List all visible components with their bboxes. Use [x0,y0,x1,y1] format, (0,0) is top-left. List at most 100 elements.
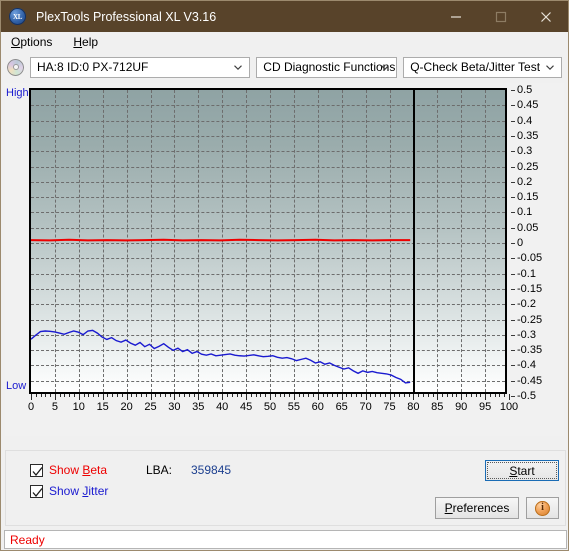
x-axis-tick-minor [40,394,42,397]
preferences-button[interactable]: Preferences [435,497,519,519]
x-axis-tick-label: 0 [27,401,35,413]
controls-panel: Show Beta Show Jitter LBA: 359845 Start … [5,450,566,526]
y-axis-tick-label: -0.05 [517,252,543,265]
x-axis-tick-major [437,394,439,400]
minimize-icon[interactable] [433,1,478,32]
x-axis-tick-minor [475,394,477,397]
x-axis-tick-label: 20 [120,401,133,413]
x-axis-tick-minor [35,394,37,397]
menu-item-help[interactable]: Help [70,34,107,50]
drive-select-value: HA:8 ID:0 PX-712UF [37,60,149,74]
x-axis-tick-minor [207,394,209,397]
x-axis-tick-minor [379,394,381,397]
status-text: Ready [10,532,45,547]
show-beta-row[interactable]: Show Beta [30,463,107,477]
x-axis-tick-minor [346,394,348,397]
x-axis-tick-minor [327,394,329,397]
x-axis-tick-major [54,394,56,400]
y-axis-tick-mark [511,181,515,183]
x-axis-tick-minor [499,394,501,397]
info-button[interactable]: i [526,497,559,519]
y-axis-tick-mark [511,90,515,91]
cd-disc-icon [7,58,24,76]
x-axis-tick-major [270,394,271,400]
x-axis-tick-minor [255,394,257,397]
x-axis-tick-minor [260,394,262,397]
x-axis-tick-minor [241,394,243,397]
y-axis-tick-label: -0.35 [517,344,543,357]
y-axis-tick-label: 0.25 [517,160,539,173]
x-axis-tick-major [31,394,32,400]
x-axis-tick-minor [93,394,95,397]
x-axis-tick-label: 95 [478,401,492,413]
drive-select[interactable]: HA:8 ID:0 PX-712UF [30,56,251,78]
x-axis-tick-major [198,394,200,400]
x-axis-tick-minor [64,394,66,397]
show-beta-checkbox[interactable] [30,463,43,477]
x-axis-tick-label: 35 [192,401,205,413]
y-axis-tick-label: 0.45 [517,99,539,112]
x-axis-tick-minor [188,394,190,397]
window-title: PlexTools Professional XL V3.16 [36,9,217,24]
x-axis-tick-minor [427,394,429,397]
x-axis-tick-major [246,394,248,400]
maximize-icon[interactable] [478,1,523,32]
x-axis-tick-label: 30 [168,401,181,413]
x-axis-tick-minor [97,394,99,397]
y-axis-tick-label: 0 [517,237,524,249]
x-axis-tick-minor [217,394,219,397]
x-axis-tick-minor [298,394,300,397]
x-axis-tick-minor [193,394,195,397]
show-jitter-label: Show Jitter [49,484,109,498]
x-axis-tick-minor [131,394,133,397]
y-axis-tick-mark [511,288,515,290]
x-axis-tick-minor [384,394,386,397]
x-axis-tick-minor [456,394,458,397]
close-icon[interactable] [523,1,568,32]
x-axis-tick-minor [231,394,233,397]
x-axis-tick-label: 80 [407,401,420,413]
x-axis-tick-label: 45 [239,401,253,413]
x-axis-tick-minor [107,394,109,397]
x-axis-tick-minor [121,394,123,397]
lba-label: LBA: [146,463,173,477]
x-axis-tick-minor [284,394,286,397]
x-axis-tick-minor [74,394,76,397]
x-axis-tick-minor [112,394,114,397]
start-button-label: Start [509,463,535,478]
x-axis-tick-label: 70 [359,401,372,413]
x-axis-tick-minor [504,394,506,397]
show-jitter-row[interactable]: Show Jitter [30,484,108,498]
x-axis-tick-major [317,394,319,400]
x-axis-tick-minor [470,394,472,397]
menu-item-options[interactable]: Options [8,34,61,50]
y-axis-tick-label: -0.2 [517,298,536,311]
x-axis-tick-minor [351,394,353,397]
x-axis-tick-minor [212,394,214,397]
y-axis-tick-mark [511,212,515,214]
series-show-beta [31,240,410,241]
y-axis-tick-mark [511,243,515,244]
y-axis-tick-mark [511,166,515,168]
y-axis-tick-mark [511,105,515,107]
show-jitter-checkbox[interactable] [30,484,43,498]
y-axis-tick-mark [511,120,515,122]
y-axis-tick-mark [511,396,515,397]
y-axis-tick-label: -0.1 [517,267,536,280]
start-button[interactable]: Start [485,460,559,481]
x-axis-tick-minor [183,394,185,397]
x-axis-tick-minor [164,394,166,397]
series-layer [31,90,505,392]
title-bar: XL PlexTools Professional XL V3.16 [1,1,568,32]
x-axis-tick-major [413,394,415,400]
x-axis-tick-minor [117,394,119,397]
test-select[interactable]: Q-Check Beta/Jitter Test [403,56,562,78]
x-axis-tick-label: 55 [287,401,301,413]
x-axis-tick-minor [356,394,358,397]
x-axis-tick-minor [69,394,71,397]
function-select[interactable]: CD Diagnostic Functions [256,56,398,78]
x-axis-tick-minor [274,394,276,397]
x-axis-tick-minor [394,394,396,397]
x-axis-tick-major [102,394,104,400]
plot-area [29,88,507,394]
